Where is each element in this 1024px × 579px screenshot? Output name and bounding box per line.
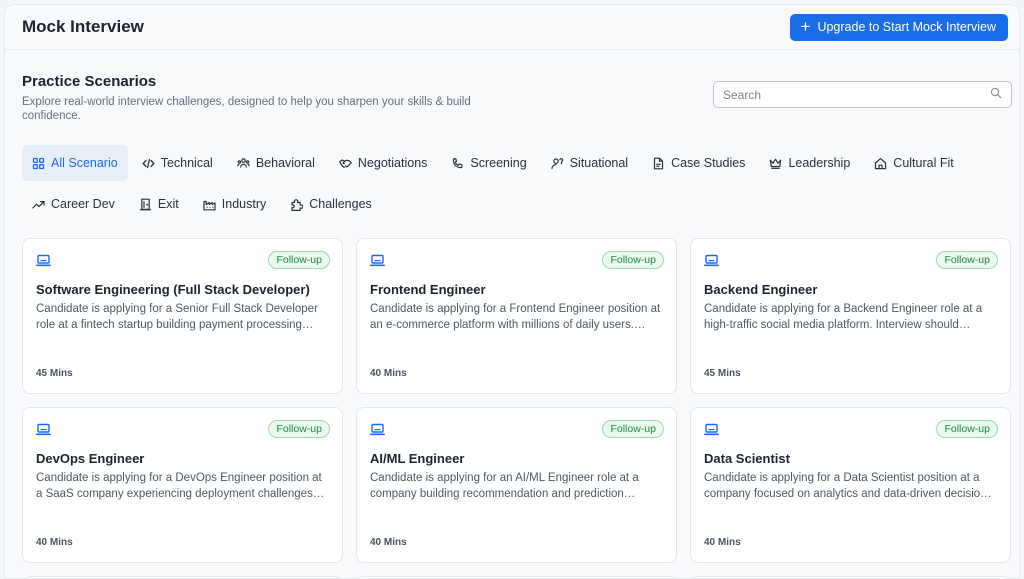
card-title: Data Scientist <box>704 451 790 466</box>
card-description: Candidate is applying for a DevOps Engin… <box>36 472 325 500</box>
page-title: Mock Interview <box>22 17 144 36</box>
card-duration: 45 Mins <box>36 368 73 379</box>
card-title: Frontend Engineer <box>370 282 486 297</box>
follow-up-badge: Follow-up <box>936 420 998 438</box>
card-duration: 40 Mins <box>370 537 407 548</box>
code-icon <box>142 157 155 170</box>
search-input[interactable] <box>723 87 990 102</box>
phone-icon <box>451 157 464 170</box>
tab-career-dev[interactable]: Career Dev <box>22 186 125 222</box>
factory-icon <box>203 198 216 211</box>
tab-label: Cultural Fit <box>893 156 954 170</box>
follow-up-badge: Follow-up <box>268 251 330 269</box>
tab-label: Exit <box>157 197 179 211</box>
laptop-icon <box>36 254 51 267</box>
tab-challenges[interactable]: Challenges <box>280 186 382 222</box>
tab-label: Challenges <box>309 197 372 211</box>
laptop-icon <box>370 423 385 436</box>
upgrade-button-label: Upgrade to Start Mock Interview <box>817 20 996 34</box>
grid-icon <box>32 157 45 170</box>
exit-door-icon <box>139 198 152 211</box>
tab-exit[interactable]: Exit <box>129 186 189 222</box>
card-duration: 40 Mins <box>36 537 73 548</box>
home-icon <box>874 157 887 170</box>
category-row: Career Dev Exit Industry Challenges <box>22 186 1012 222</box>
card-title: DevOps Engineer <box>36 451 145 466</box>
puzzle-icon <box>290 198 304 211</box>
follow-up-badge: Follow-up <box>936 251 998 269</box>
card-duration: 45 Mins <box>704 368 741 379</box>
tab-label: Negotiations <box>357 156 428 170</box>
card-duration: 40 Mins <box>704 537 741 548</box>
scenario-cards: Follow-up Software Engineering (Full Stac… <box>22 238 1012 578</box>
card-description: Candidate is applying for a Frontend Eng… <box>370 303 661 331</box>
tab-case-studies[interactable]: Case Studies <box>642 145 755 181</box>
tab-label: All Scenario <box>51 156 118 170</box>
tab-label: Leadership <box>788 156 851 170</box>
section-subtitle: Explore real-world interview challenges,… <box>22 96 471 122</box>
tab-label: Industry <box>221 197 267 211</box>
scenario-card[interactable]: Follow-up Data Scientist Candidate is appl… <box>690 407 1011 563</box>
tab-technical[interactable]: Technical <box>132 145 223 181</box>
card-title: AI/ML Engineer <box>370 451 465 466</box>
trend-up-icon <box>32 198 45 211</box>
handshake-icon <box>339 157 352 170</box>
document-icon <box>652 157 665 170</box>
card-title: Software Engineering (Full Stack Develop… <box>36 282 310 297</box>
upgrade-button[interactable]: + Upgrade to Start Mock Interview <box>789 13 1008 41</box>
plus-icon: + <box>800 16 811 36</box>
card-description: Candidate is applying for a Senior Full … <box>36 303 318 331</box>
follow-up-badge: Follow-up <box>602 420 664 438</box>
scenario-card[interactable]: Follow-up Software Engineering (Full Stac… <box>22 238 343 394</box>
category-row: All Scenario Technical Behavioral Negotiati… <box>22 145 1012 181</box>
card-description: Candidate is applying for a Data Scienti… <box>704 472 992 500</box>
scenario-card[interactable]: Follow-up Frontend Engineer Candidate is a… <box>356 238 677 394</box>
scenario-card[interactable]: Follow-up Backend Engineer Candidate is ap… <box>690 238 1011 394</box>
follow-up-badge: Follow-up <box>268 420 330 438</box>
tab-all-scenario[interactable]: All Scenario <box>22 145 128 181</box>
tab-leadership[interactable]: Leadership <box>759 145 860 181</box>
tab-cultural-fit[interactable]: Cultural Fit <box>864 145 963 181</box>
tab-label: Screening <box>470 156 527 170</box>
laptop-icon <box>370 254 385 267</box>
card-description: Candidate is applying for a Backend Engi… <box>704 303 983 331</box>
tab-industry[interactable]: Industry <box>193 186 276 222</box>
tab-negotiations[interactable]: Negotiations <box>329 145 438 181</box>
laptop-icon <box>704 423 719 436</box>
scenario-card[interactable]: Follow-up DevOps Engineer Candidate is app… <box>22 407 343 563</box>
category-tabs: All Scenario Technical Behavioral Negotiati… <box>22 145 1012 222</box>
top-bar: Mock Interview + Upgrade to Start Mock I… <box>5 5 1019 50</box>
person-question-icon <box>551 157 564 170</box>
tab-label: Career Dev <box>51 197 115 211</box>
tab-situational[interactable]: Situational <box>541 145 638 181</box>
search-icon[interactable] <box>990 86 1002 104</box>
tab-behavioral[interactable]: Behavioral <box>227 145 325 181</box>
card-duration: 40 Mins <box>370 368 407 379</box>
card-description: Candidate is applying for an AI/ML Engin… <box>370 472 639 500</box>
users-icon <box>237 157 250 170</box>
tab-label: Situational <box>569 156 629 170</box>
search-box[interactable] <box>713 81 1012 108</box>
follow-up-badge: Follow-up <box>602 251 664 269</box>
crown-icon <box>769 157 782 170</box>
card-title: Backend Engineer <box>704 282 818 297</box>
tab-screening[interactable]: Screening <box>441 145 536 181</box>
tab-label: Case Studies <box>671 156 746 170</box>
laptop-icon <box>36 423 51 436</box>
tab-label: Behavioral <box>255 156 315 170</box>
app-window: Mock Interview + Upgrade to Start Mock I… <box>4 4 1020 579</box>
laptop-icon <box>704 254 719 267</box>
scenario-card[interactable]: Follow-up AI/ML Engineer Candidate is appl… <box>356 407 677 563</box>
tab-label: Technical <box>160 156 213 170</box>
